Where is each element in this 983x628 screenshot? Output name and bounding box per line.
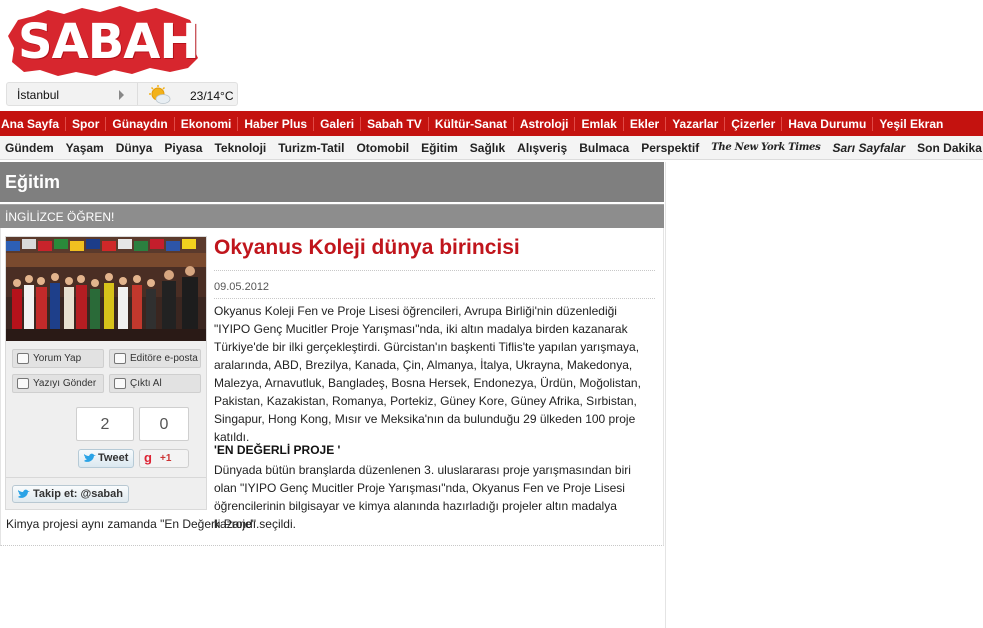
subnav-bulmaca[interactable]: Bulmaca [573,141,635,155]
sidebox-divider [6,477,206,478]
weather-city[interactable]: İstanbul [17,88,59,102]
nav-yesil-ekran[interactable]: Yeşil Ekran [873,117,949,131]
logo-text: SABAH [18,14,200,70]
section-subtitle[interactable]: İNGİLİZCE ÖĞREN! [0,204,664,228]
gplus-count: 0 [139,407,189,441]
google-g-icon: g [144,450,152,465]
comment-icon [17,353,29,364]
subnav-piyasa[interactable]: Piyasa [158,141,208,155]
article-headline: Okyanus Koleji dünya birincisi [214,236,520,259]
nav-cizerler[interactable]: Çizerler [725,116,783,131]
nav-emlak[interactable]: Emlak [575,116,624,131]
nav-sabah-tv[interactable]: Sabah TV [361,116,429,131]
subnav-otomobil[interactable]: Otomobil [350,141,415,155]
sub-nav: Gündem Yaşam Dünya Piyasa Teknoloji Turi… [0,136,983,160]
email-editor-label: Editöre e-posta [130,353,198,364]
nav-galeri[interactable]: Galeri [314,116,362,131]
subnav-turizm-tatil[interactable]: Turizm-Tatil [272,141,350,155]
article-paragraph-1: Okyanus Koleji Fen ve Proje Lisesi öğren… [214,304,641,444]
main-nav: Ana Sayfa Spor Günaydın Ekonomi Haber Pl… [0,111,983,136]
subnav-gundem[interactable]: Gündem [0,141,60,155]
envelope-icon [114,353,126,364]
send-article-label: Yazıyı Gönder [33,378,97,389]
forward-arrow-icon [17,378,29,389]
subnav-egitim[interactable]: Eğitim [415,141,464,155]
subnav-sari-sayfalar[interactable]: Sarı Sayfalar [826,141,911,155]
section-title: Eğitim [0,162,664,202]
nav-yazarlar[interactable]: Yazarlar [666,116,726,131]
partly-cloudy-icon [149,85,171,104]
comment-button[interactable]: Yorum Yap [12,349,104,368]
nav-ana-sayfa[interactable]: Ana Sayfa [0,116,67,131]
article-subheading: 'EN DEĞERLİ PROJE ' [214,443,341,457]
headline-divider [214,270,655,271]
follow-sabah-button[interactable]: Takip et: @sabah [12,485,129,503]
subnav-son-dakika[interactable]: Son Dakika [911,141,983,155]
article-sidebox: Yorum Yap Editöre e-posta Yazıyı Gönder … [5,236,207,510]
article-paragraph-3: Kimya projesi aynı zamanda "En Değerli P… [6,517,296,531]
nav-kultur-sanat[interactable]: Kültür-Sanat [429,116,514,131]
article: Yorum Yap Editöre e-posta Yazıyı Gönder … [0,228,664,546]
right-column [665,162,983,628]
article-date: 09.05.2012 [214,281,270,293]
subnav-saglik[interactable]: Sağlık [464,141,511,155]
follow-label: Takip et: @sabah [33,488,123,500]
tweet-count: 2 [76,407,134,441]
subnav-teknoloji[interactable]: Teknoloji [208,141,272,155]
subnav-alisveris[interactable]: Alışveriş [511,141,573,155]
nav-ekonomi[interactable]: Ekonomi [175,116,239,131]
subnav-perspektif[interactable]: Perspektif [635,141,705,155]
twitter-bird-icon [84,453,96,462]
weather-temperature: 23/14°C [190,89,234,103]
article-photo[interactable] [6,237,206,341]
nav-astroloji[interactable]: Astroloji [514,116,576,131]
weather-widget: İstanbul 23/14°C [6,82,238,106]
send-article-button[interactable]: Yazıyı Gönder [12,374,104,393]
twitter-bird-icon [18,489,30,498]
subnav-yasam[interactable]: Yaşam [60,141,110,155]
subnav-dunya[interactable]: Dünya [110,141,159,155]
nav-gunaydin[interactable]: Günaydın [106,116,175,131]
subnav-new-york-times[interactable]: The New York Times [705,142,826,153]
nav-spor[interactable]: Spor [66,116,107,131]
print-button[interactable]: Çıktı Al [109,374,201,393]
tweet-label: Tweet [98,452,129,464]
comment-label: Yorum Yap [33,353,82,364]
gplus-button[interactable]: g +1 [139,449,189,468]
content-column: Eğitim İNGİLİZCE ÖĞREN! Yorum Yap Editör… [0,162,665,546]
date-divider [214,298,655,299]
tweet-button[interactable]: Tweet [78,449,134,468]
sabah-logo[interactable]: SABAH [4,2,200,82]
nav-hava-durumu[interactable]: Hava Durumu [782,116,874,131]
weather-divider [137,83,138,105]
email-editor-button[interactable]: Editöre e-posta [109,349,201,368]
gplus-label: +1 [160,453,172,464]
page: SABAH İstanbul 23/14°C Ana Sayfa Spor Gü… [0,0,983,628]
nav-haber-plus[interactable]: Haber Plus [238,116,315,131]
nav-ekler[interactable]: Ekler [624,116,667,131]
print-icon [114,378,126,389]
city-arrow-icon[interactable] [119,90,124,100]
print-label: Çıktı Al [130,378,162,389]
